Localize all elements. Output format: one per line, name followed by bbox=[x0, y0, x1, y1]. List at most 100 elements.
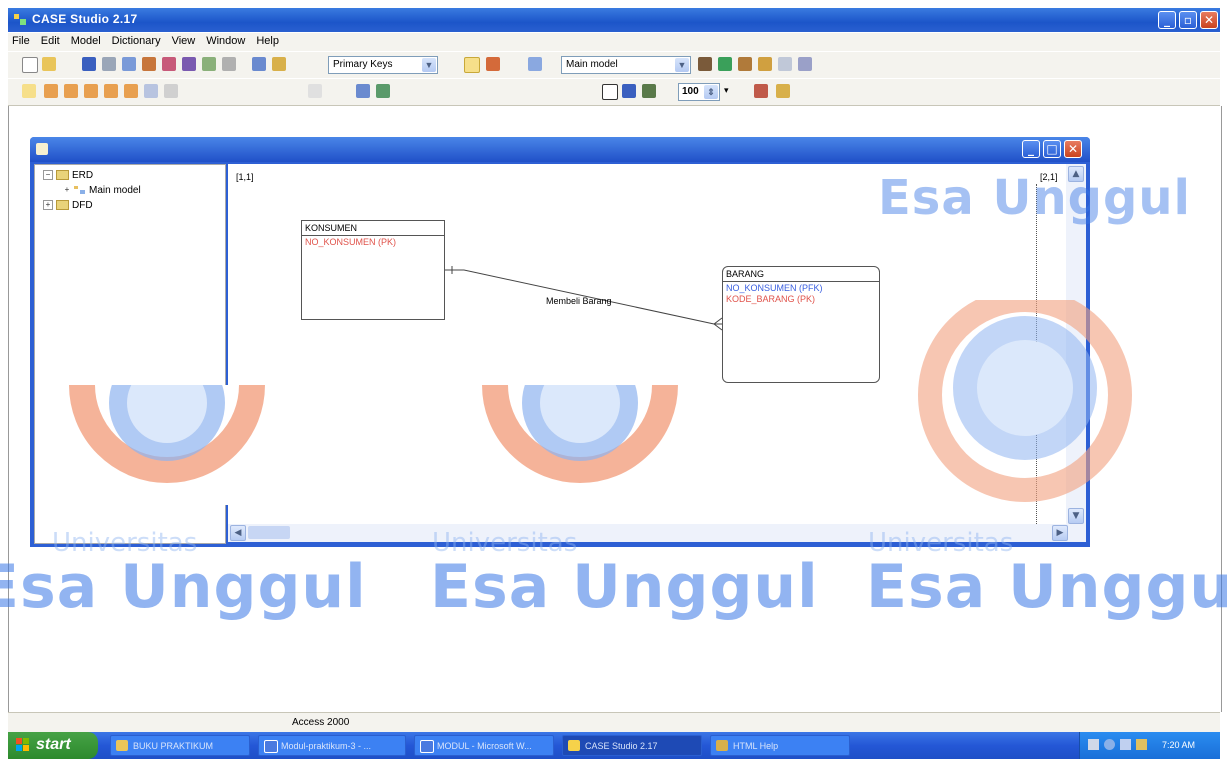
scroll-thumb[interactable] bbox=[248, 526, 290, 539]
network-icon[interactable] bbox=[1136, 739, 1147, 750]
app-icon bbox=[14, 14, 26, 25]
restore-button[interactable]: ▫ bbox=[1179, 11, 1197, 29]
chevron-down-icon[interactable]: ▼ bbox=[422, 58, 436, 72]
task-label: BUKU PRAKTIKUM bbox=[133, 741, 214, 751]
child-close-button[interactable]: ✕ bbox=[1064, 140, 1082, 158]
task-label: Modul-praktikum-3 - ... bbox=[281, 741, 372, 751]
title-bar: CASE Studio 2.17 _ ▫ ✕ bbox=[8, 8, 1220, 32]
print-icon[interactable] bbox=[102, 57, 116, 71]
task-word-2[interactable]: MODUL - Microsoft W... bbox=[414, 735, 554, 756]
diagram-toolbar: 100 ⇕ ▾ bbox=[8, 79, 1220, 106]
child-maximize-button[interactable]: □ bbox=[1043, 140, 1061, 158]
system-tray: 7:20 AM bbox=[1079, 732, 1220, 759]
model-icon[interactable] bbox=[528, 57, 542, 71]
menu-edit[interactable]: Edit bbox=[37, 33, 67, 47]
tree-label-dfd: DFD bbox=[72, 200, 93, 211]
cut-icon[interactable] bbox=[142, 57, 156, 71]
crowfoot-bottom bbox=[713, 323, 723, 331]
pointer-icon[interactable] bbox=[22, 84, 36, 98]
menu-window[interactable]: Window bbox=[202, 33, 252, 47]
task-case-studio[interactable]: CASE Studio 2.17 bbox=[562, 735, 702, 756]
minimize-button[interactable]: _ bbox=[1158, 11, 1176, 29]
entity-barang[interactable]: BARANG NO_KONSUMEN (PFK) KODE_BARANG (PK… bbox=[722, 266, 880, 383]
non-identifying-rel-icon[interactable] bbox=[84, 84, 98, 98]
zoom-field[interactable]: 100 ⇕ bbox=[678, 83, 720, 101]
self-rel-icon[interactable] bbox=[124, 84, 138, 98]
menu-model[interactable]: Model bbox=[67, 33, 108, 47]
copy-icon[interactable] bbox=[162, 57, 176, 71]
dropdown-arrow-icon[interactable]: ▾ bbox=[724, 86, 732, 96]
collapse-icon[interactable]: − bbox=[43, 170, 53, 181]
tree-item-erd[interactable]: − ERD bbox=[43, 170, 93, 181]
user-icon[interactable] bbox=[758, 57, 772, 71]
entity-tool-icon[interactable] bbox=[44, 84, 58, 98]
taskbar: start BUKU PRAKTIKUM Modul-praktikum-3 -… bbox=[8, 732, 1220, 759]
scroll-right-icon[interactable]: ▶ bbox=[1052, 525, 1068, 541]
task-label: CASE Studio 2.17 bbox=[585, 741, 658, 751]
redo-icon[interactable] bbox=[222, 57, 236, 71]
menu-view[interactable]: View bbox=[168, 33, 203, 47]
task-word-1[interactable]: Modul-praktikum-3 - ... bbox=[258, 735, 406, 756]
new-icon[interactable] bbox=[22, 57, 38, 73]
line-icon[interactable] bbox=[308, 84, 322, 98]
display-mode-icon[interactable] bbox=[622, 84, 636, 98]
main-toolbar: Primary Keys ▼ Main model ▼ bbox=[8, 52, 1220, 78]
folder-icon bbox=[116, 740, 128, 751]
grid-icon[interactable] bbox=[252, 57, 266, 71]
tray-icon[interactable] bbox=[1088, 739, 1099, 750]
table-icon[interactable] bbox=[698, 57, 712, 71]
paste-icon[interactable] bbox=[182, 57, 196, 71]
scroll-left-icon[interactable]: ◀ bbox=[230, 525, 246, 541]
expand-icon[interactable]: + bbox=[63, 186, 71, 194]
undo-icon[interactable] bbox=[202, 57, 216, 71]
tree-label-erd: ERD bbox=[72, 170, 94, 181]
expand-icon[interactable]: + bbox=[43, 200, 53, 211]
text-icon[interactable] bbox=[164, 84, 178, 98]
task-html-help[interactable]: HTML Help bbox=[710, 735, 850, 756]
key-icon[interactable] bbox=[272, 57, 286, 71]
app-icon bbox=[568, 740, 580, 751]
generate-icon[interactable] bbox=[798, 57, 812, 71]
attribute-pk: NO_KONSUMEN (PK) bbox=[305, 237, 397, 247]
menu-help[interactable]: Help bbox=[252, 33, 286, 47]
task-folder[interactable]: BUKU PRAKTIKUM bbox=[110, 735, 250, 756]
chevron-down-icon[interactable]: ▼ bbox=[675, 58, 689, 72]
settings-icon[interactable] bbox=[754, 84, 768, 98]
watermark-text-left: Esa Unggul bbox=[0, 552, 367, 622]
note-icon[interactable] bbox=[144, 84, 158, 98]
scroll-down-icon[interactable]: ▼ bbox=[1068, 508, 1084, 524]
procedure-icon[interactable] bbox=[738, 57, 752, 71]
view-icon[interactable] bbox=[718, 57, 732, 71]
identifying-rel-icon[interactable] bbox=[64, 84, 78, 98]
watermark-logo-right bbox=[900, 300, 1140, 505]
tree-item-main-model[interactable]: + Main model bbox=[63, 185, 141, 196]
task-label: MODUL - Microsoft W... bbox=[437, 741, 532, 751]
model-combo[interactable]: Main model ▼ bbox=[561, 56, 691, 74]
entity-konsumen[interactable]: KONSUMEN NO_KONSUMEN (PK) bbox=[301, 220, 445, 320]
keys-combo[interactable]: Primary Keys ▼ bbox=[328, 56, 438, 74]
relation-tool-icon[interactable] bbox=[486, 57, 500, 71]
save-icon[interactable] bbox=[82, 57, 96, 71]
relationship-label[interactable]: Membeli Barang bbox=[546, 296, 612, 306]
menu-dictionary[interactable]: Dictionary bbox=[108, 33, 168, 47]
zoom-in-icon[interactable] bbox=[376, 84, 390, 98]
preview-icon[interactable] bbox=[122, 57, 136, 71]
informative-rel-icon[interactable] bbox=[104, 84, 118, 98]
volume-icon[interactable] bbox=[1120, 739, 1131, 750]
page-view-icon[interactable] bbox=[602, 84, 618, 100]
start-button[interactable]: start bbox=[8, 732, 98, 759]
model-combo-value: Main model bbox=[566, 59, 618, 70]
open-icon[interactable] bbox=[42, 57, 56, 71]
color-icon[interactable] bbox=[642, 84, 656, 98]
help-icon[interactable] bbox=[776, 84, 790, 98]
menu-file[interactable]: File bbox=[8, 33, 37, 47]
tray-icon[interactable] bbox=[1104, 739, 1115, 750]
watermark-text-right: Esa Unggul bbox=[866, 552, 1227, 622]
select-tool-icon[interactable] bbox=[464, 57, 480, 73]
zoom-fit-icon[interactable] bbox=[356, 84, 370, 98]
script-icon[interactable] bbox=[778, 57, 792, 71]
tree-item-dfd[interactable]: + DFD bbox=[43, 200, 93, 211]
zoom-spin-icon[interactable]: ⇕ bbox=[704, 85, 718, 99]
child-minimize-button[interactable]: _ bbox=[1022, 140, 1040, 158]
close-button[interactable]: ✕ bbox=[1200, 11, 1218, 29]
